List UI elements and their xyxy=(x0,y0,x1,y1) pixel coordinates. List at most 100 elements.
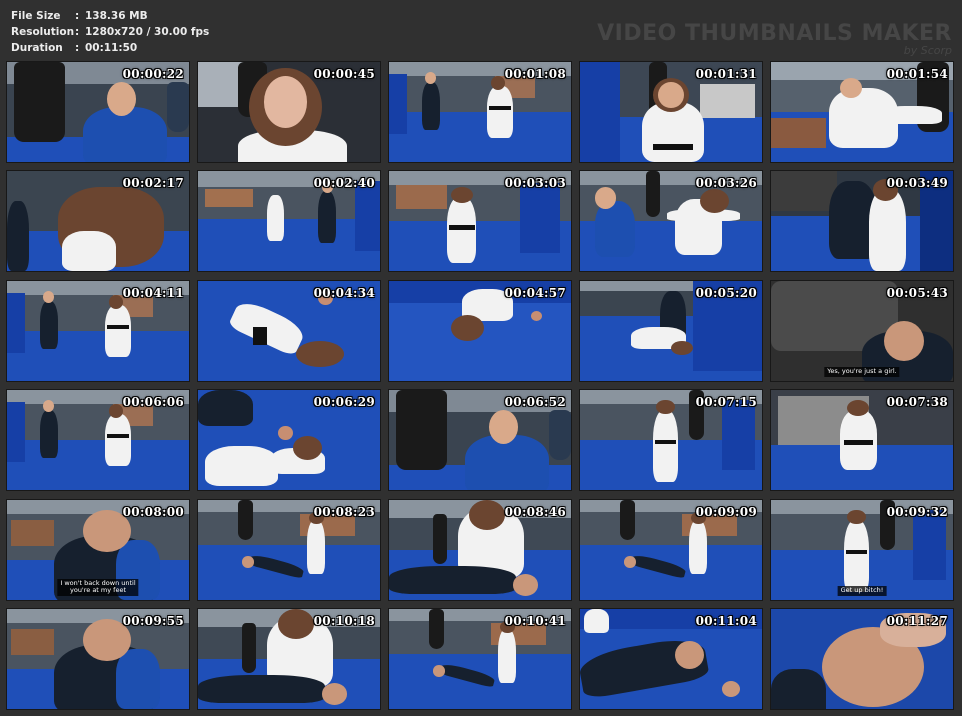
file-size-value: 138.36 MB xyxy=(85,10,148,22)
thumbnail-timestamp: 00:08:00 xyxy=(122,504,184,519)
video-thumbnail[interactable]: 00:09:32 Get up bitch! xyxy=(770,498,954,601)
frame-shape xyxy=(14,62,66,142)
frame-shape xyxy=(700,84,755,118)
frame-shape xyxy=(318,191,337,244)
frame-shape xyxy=(7,440,189,491)
video-thumbnail[interactable]: 00:09:55 xyxy=(6,607,190,710)
thumbnail-timestamp: 00:03:03 xyxy=(504,176,566,191)
frame-shape xyxy=(61,231,117,272)
video-thumbnail[interactable]: 00:01:08 xyxy=(388,61,572,163)
thumbnail-timestamp: 00:03:26 xyxy=(695,176,757,191)
frame-shape xyxy=(389,74,408,134)
video-thumbnail[interactable]: 00:11:27 xyxy=(770,607,954,710)
thumbnail-timestamp: 00:04:34 xyxy=(313,285,375,300)
video-thumbnail[interactable]: 00:08:23 xyxy=(197,498,381,601)
video-thumbnail[interactable]: 00:03:03 xyxy=(388,170,572,273)
frame-shape xyxy=(583,608,610,633)
video-thumbnail[interactable]: 00:09:09 xyxy=(579,498,763,601)
frame-shape xyxy=(354,181,380,252)
thumbnail-timestamp: 00:04:11 xyxy=(122,285,184,300)
video-thumbnail[interactable]: 00:07:38 xyxy=(770,389,954,492)
video-thumbnail[interactable]: 00:10:41 xyxy=(388,607,572,710)
frame-shape xyxy=(321,682,348,705)
frame-shape xyxy=(512,573,539,596)
thumbnail-timestamp: 00:01:54 xyxy=(886,67,948,81)
video-thumbnail[interactable]: 00:02:40 xyxy=(197,170,381,273)
frame-shape xyxy=(880,106,943,124)
frame-shape xyxy=(7,330,189,381)
frame-shape xyxy=(396,185,448,210)
frame-shape xyxy=(549,410,571,461)
video-thumbnail[interactable]: 00:00:45 xyxy=(197,61,381,163)
video-thumbnail[interactable]: 00:03:49 xyxy=(770,170,954,273)
watermark: VIDEO THUMBNAILS MAKER by Scorp xyxy=(597,22,952,57)
resolution-label: Resolution xyxy=(11,26,75,38)
frame-shape xyxy=(840,78,862,98)
frame-shape xyxy=(116,648,160,709)
frame-shape xyxy=(241,555,255,568)
thumbnail-grid: 00:00:22 00:00:45 00:01:08 00:01:31 00:01:54… xyxy=(6,61,954,710)
thumbnail-timestamp: 00:09:32 xyxy=(886,504,948,519)
frame-shape xyxy=(487,86,513,138)
frame-shape xyxy=(267,195,284,242)
video-thumbnail[interactable]: 00:06:06 xyxy=(6,389,190,492)
frame-shape xyxy=(883,320,924,361)
video-thumbnail[interactable]: 00:05:43 Yes, you're just a girl. xyxy=(770,279,954,382)
frame-shape xyxy=(580,62,621,162)
frame-shape xyxy=(654,440,677,445)
frame-shape xyxy=(292,436,322,461)
thumbnail-timestamp: 00:10:18 xyxy=(313,613,375,628)
thumbnail-timestamp: 00:09:55 xyxy=(122,613,184,628)
video-thumbnail[interactable]: 00:01:31 xyxy=(579,61,763,163)
video-thumbnail[interactable]: 00:00:22 xyxy=(6,61,190,163)
video-thumbnail[interactable]: 00:03:26 xyxy=(579,170,763,273)
frame-shape xyxy=(667,209,741,222)
frame-shape xyxy=(447,197,477,264)
video-thumbnail[interactable]: 00:07:15 xyxy=(579,389,763,492)
thumbnail-timestamp: 00:00:22 xyxy=(122,67,184,81)
resolution-value: 1280x720 / 30.00 fps xyxy=(85,26,210,38)
thumbnail-timestamp: 00:01:08 xyxy=(504,67,566,81)
frame-shape xyxy=(389,112,571,162)
frame-shape xyxy=(7,292,26,353)
frame-shape xyxy=(843,440,873,446)
thumbnail-subtitle: Yes, you're just a girl. xyxy=(824,367,900,377)
frame-shape xyxy=(465,435,550,491)
video-thumbnail[interactable]: 00:10:18 xyxy=(197,607,381,710)
frame-shape xyxy=(39,300,58,349)
video-thumbnail[interactable]: 00:06:29 xyxy=(197,389,381,492)
frame-shape xyxy=(645,171,661,218)
thumbnail-timestamp: 00:06:29 xyxy=(313,395,375,410)
resolution-row: Resolution : 1280x720 / 30.00 fps xyxy=(11,24,209,40)
frame-shape xyxy=(721,680,741,697)
thumbnail-timestamp: 00:07:38 xyxy=(886,395,948,410)
video-thumbnail[interactable]: 00:06:52 xyxy=(388,389,572,492)
frame-shape xyxy=(7,201,29,272)
video-thumbnail[interactable]: 00:11:04 xyxy=(579,607,763,710)
thumbnail-timestamp: 00:11:04 xyxy=(695,613,757,628)
frame-shape xyxy=(771,171,837,212)
video-thumbnail[interactable]: 00:04:11 xyxy=(6,279,190,382)
frame-shape xyxy=(721,400,755,471)
frame-shape xyxy=(238,499,253,540)
video-thumbnail[interactable]: 00:02:17 xyxy=(6,170,190,273)
thumbnail-timestamp: 00:08:46 xyxy=(504,504,566,519)
frame-shape xyxy=(167,82,189,132)
thumbnail-timestamp: 00:08:23 xyxy=(313,504,375,519)
frame-shape xyxy=(489,106,511,110)
video-thumbnail[interactable]: 00:08:46 xyxy=(388,498,572,601)
thumbnail-timestamp: 00:05:20 xyxy=(695,285,757,300)
frame-shape xyxy=(450,314,484,341)
video-thumbnail[interactable]: 00:01:54 xyxy=(770,61,954,163)
video-thumbnail[interactable]: 00:04:57 xyxy=(388,279,572,382)
frame-shape xyxy=(39,410,58,459)
frame-shape xyxy=(107,324,129,329)
frame-shape xyxy=(498,628,517,683)
duration-row: Duration : 00:11:50 xyxy=(11,40,209,56)
video-thumbnail[interactable]: 00:08:00 I won't back down until you're a… xyxy=(6,498,190,601)
thumbnail-timestamp: 00:02:17 xyxy=(122,176,184,191)
frame-shape xyxy=(205,189,253,208)
video-thumbnail[interactable]: 00:05:20 xyxy=(579,279,763,382)
video-thumbnail[interactable]: 00:04:34 xyxy=(197,279,381,382)
frame-shape xyxy=(469,499,506,530)
